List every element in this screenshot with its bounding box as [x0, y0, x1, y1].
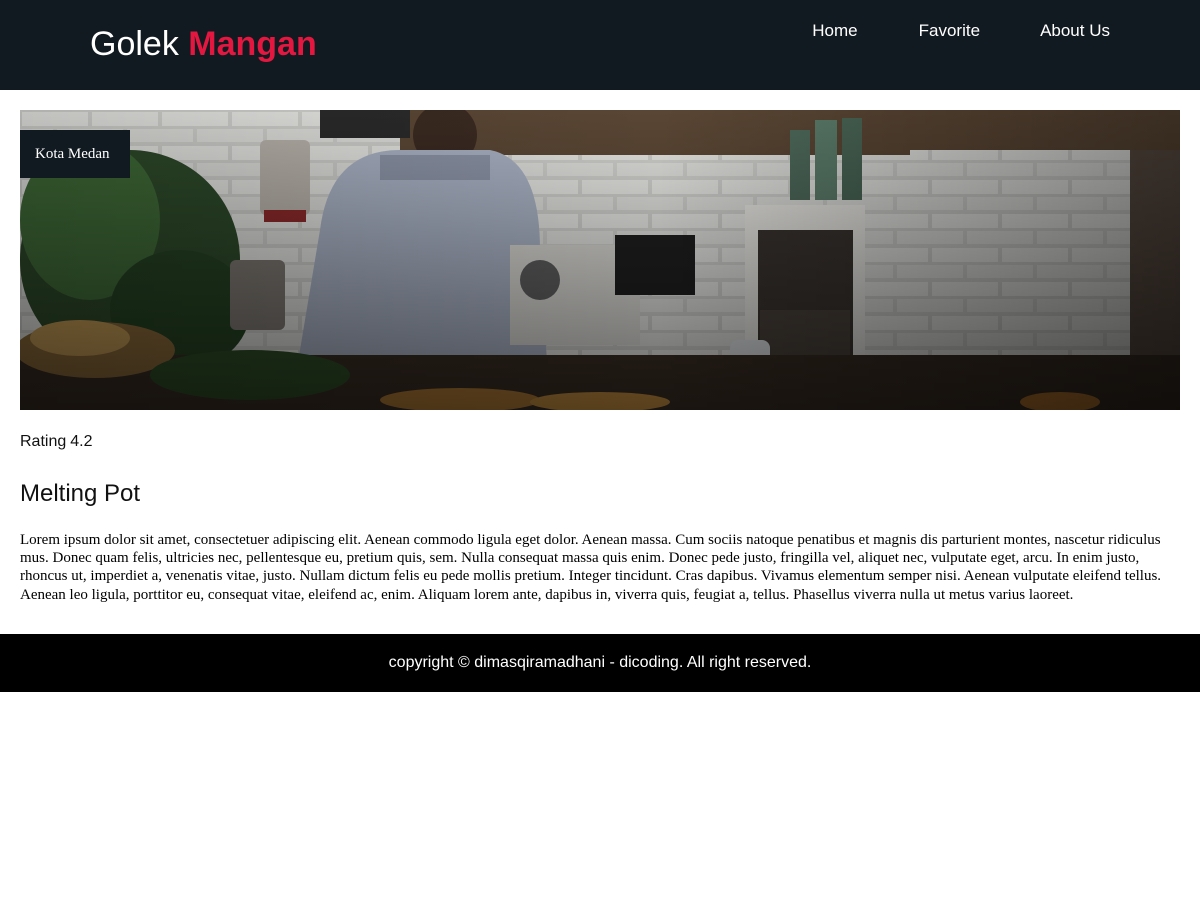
rating-text: Rating 4.2	[20, 432, 1180, 452]
restaurant-detail: Kota Medan Rating 4.2 Melting Pot Lorem i…	[0, 90, 1200, 604]
rating-value: 4.2	[70, 433, 93, 450]
copyright-text: copyright © dimasqiramadhani - dicoding.…	[388, 653, 812, 671]
brand-logo[interactable]: Golek Mangan	[90, 24, 317, 64]
app-header: Golek Mangan Home Favorite About Us	[0, 0, 1200, 90]
nav-link-home[interactable]: Home	[812, 21, 857, 41]
city-badge: Kota Medan	[20, 130, 130, 178]
brand-name-primary: Golek	[90, 25, 179, 63]
restaurant-name: Melting Pot	[20, 480, 141, 507]
cafe-photo	[20, 110, 1180, 410]
site-footer: copyright © dimasqiramadhani - dicoding.…	[0, 633, 1200, 692]
main-nav: Home Favorite About Us	[812, 21, 1110, 41]
nav-link-favorite[interactable]: Favorite	[919, 21, 980, 41]
restaurant-description: Lorem ipsum dolor sit amet, consectetuer…	[20, 532, 1162, 603]
rating-label: Rating	[20, 433, 67, 450]
restaurant-hero-image: Kota Medan	[20, 110, 1180, 410]
brand-name-accent: Mangan	[188, 25, 317, 63]
nav-link-about-us[interactable]: About Us	[1040, 21, 1110, 41]
